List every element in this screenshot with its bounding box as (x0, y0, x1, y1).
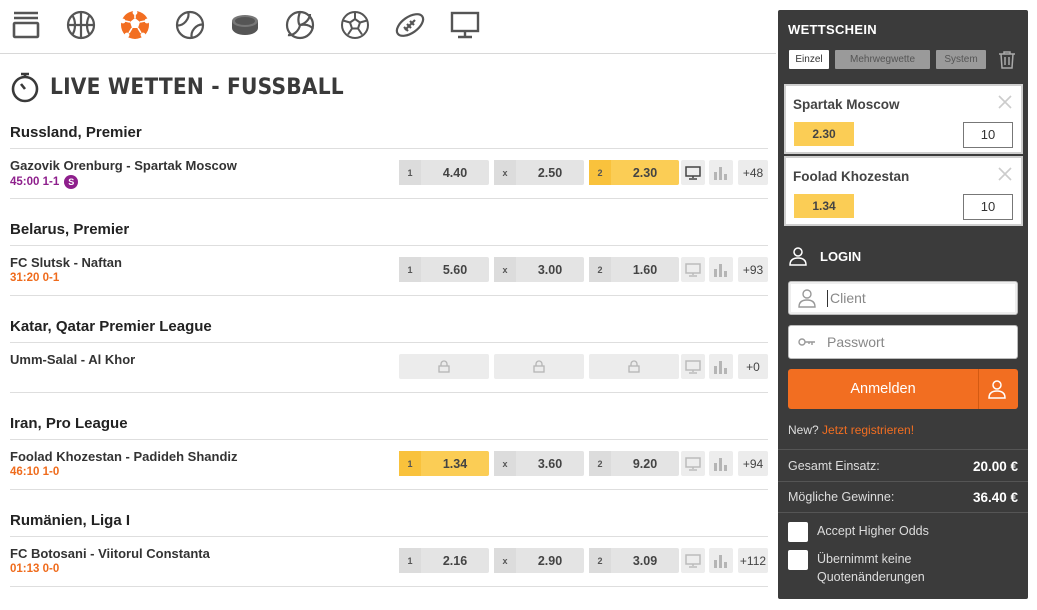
tab-multi[interactable]: Mehrwegwette (835, 50, 930, 69)
odd-draw-button[interactable]: x 3.60 (494, 451, 584, 476)
live-overview-icon[interactable] (9, 8, 43, 42)
statistics-icon[interactable] (709, 451, 733, 476)
odd-draw-locked (494, 354, 584, 379)
statistics-icon[interactable] (709, 257, 733, 282)
accept-higher-odds-option: Accept Higher Odds (788, 522, 929, 542)
match-row: Gazovik Orenburg - Spartak Moscow 45:00 … (10, 149, 768, 199)
client-input[interactable]: Client (788, 281, 1018, 315)
page-header: LIVE WETTEN - FUSSBALL (10, 70, 369, 104)
match-score: 45:00 1-1 S (10, 175, 79, 189)
odd-away-button[interactable]: 2 2.30 (589, 160, 679, 185)
user-icon (988, 380, 1006, 399)
match-teams[interactable]: FC Slutsk - Naftan (10, 255, 122, 270)
selection-odd: 2.30 (794, 122, 854, 146)
betslip-panel: WETTSCHEIN Einzel Mehrwegwette System Sp… (778, 10, 1028, 599)
selection-name: Foolad Khozestan (793, 169, 910, 184)
match-score: 01:13 0-0 (10, 563, 60, 575)
betslip-title: WETTSCHEIN (788, 22, 877, 37)
more-markets-button[interactable]: +112 (738, 548, 768, 573)
odd-home-button[interactable]: 1 4.40 (399, 160, 489, 185)
match-row: Umm-Salal - Al Khor +0 (10, 343, 768, 393)
match-teams[interactable]: FC Botosani - Viitorul Constanta (10, 546, 210, 561)
stream-badge: S (64, 175, 79, 189)
password-input[interactable]: Passwort (788, 325, 1018, 359)
odd-home-button[interactable]: 1 5.60 (399, 257, 489, 282)
handball-icon[interactable] (338, 8, 372, 42)
american-football-icon[interactable] (393, 8, 427, 42)
close-icon[interactable] (997, 94, 1013, 110)
total-stake: Gesamt Einsatz: 20.00 € (788, 458, 1018, 474)
trash-icon[interactable] (997, 50, 1017, 70)
odd-home-button[interactable]: 1 1.34 (399, 451, 489, 476)
betslip-selection: Spartak Moscow 2.30 10 (784, 84, 1023, 154)
odd-home-button[interactable]: 1 2.16 (399, 548, 489, 573)
page-title: LIVE WETTEN - FUSSBALL (50, 74, 344, 100)
odd-away-button[interactable]: 2 9.20 (589, 451, 679, 476)
possible-winnings: Mögliche Gewinne: 36.40 € (788, 489, 1018, 505)
tab-system[interactable]: System (936, 50, 986, 69)
live-stream-icon[interactable] (681, 548, 705, 573)
tab-single[interactable]: Einzel (789, 50, 829, 69)
match-teams[interactable]: Umm-Salal - Al Khor (10, 352, 135, 367)
selection-name: Spartak Moscow (793, 97, 900, 112)
register-link[interactable]: Jetzt registrieren! (822, 423, 914, 437)
statistics-icon[interactable] (709, 548, 733, 573)
odd-away-button[interactable]: 2 3.09 (589, 548, 679, 573)
match-row: Foolad Khozestan - Padideh Shandiz 46:10… (10, 440, 768, 490)
tennis-ball-icon[interactable] (173, 8, 207, 42)
tv-monitor-icon[interactable] (448, 8, 482, 42)
odd-draw-button[interactable]: x 2.50 (494, 160, 584, 185)
user-icon (798, 289, 816, 308)
lock-icon (533, 360, 545, 373)
statistics-icon[interactable] (709, 160, 733, 185)
match-row: FC Slutsk - Naftan 31:20 0-1 1 5.60 x 3.00… (10, 246, 768, 296)
more-markets-button[interactable]: +0 (738, 354, 768, 379)
league-header: Russland, Premier (10, 117, 768, 149)
soccer-ball-icon[interactable] (118, 8, 152, 42)
match-teams[interactable]: Foolad Khozestan - Padideh Shandiz (10, 449, 238, 464)
match-row: FC Botosani - Viitorul Constanta 01:13 0… (10, 537, 768, 587)
odd-home-locked (399, 354, 489, 379)
statistics-icon[interactable] (709, 354, 733, 379)
selection-odd: 1.34 (794, 194, 854, 218)
odd-draw-button[interactable]: x 2.90 (494, 548, 584, 573)
login-button[interactable]: Anmelden (788, 369, 1018, 409)
more-markets-button[interactable]: +48 (738, 160, 768, 185)
text-caret (827, 289, 828, 307)
odd-away-button[interactable]: 2 1.60 (589, 257, 679, 282)
match-score: 31:20 0-1 (10, 272, 60, 284)
betslip-selection: Foolad Khozestan 1.34 10 (784, 156, 1023, 226)
live-stream-icon[interactable] (681, 160, 705, 185)
lock-icon (628, 360, 640, 373)
more-markets-button[interactable]: +93 (738, 257, 768, 282)
basketball-icon[interactable] (64, 8, 98, 42)
user-icon (789, 247, 807, 266)
live-stream-icon[interactable] (681, 257, 705, 282)
odd-away-locked (589, 354, 679, 379)
key-icon (798, 338, 815, 346)
league-header: Katar, Qatar Premier League (10, 311, 768, 343)
register-prompt: New? Jetzt registrieren! (788, 423, 915, 437)
league-header: Rumänien, Liga I (10, 505, 768, 537)
live-stream-icon[interactable] (681, 354, 705, 379)
ice-hockey-puck-icon[interactable] (228, 8, 262, 42)
accept-higher-odds-checkbox[interactable] (788, 522, 808, 542)
volleyball-icon[interactable] (283, 8, 317, 42)
more-markets-button[interactable]: +94 (738, 451, 768, 476)
match-teams[interactable]: Gazovik Orenburg - Spartak Moscow (10, 158, 237, 173)
no-odds-change-option: Übernimmt keine Quotenänderungen (788, 550, 938, 586)
stake-input[interactable]: 10 (963, 122, 1013, 148)
match-score: 46:10 1-0 (10, 466, 60, 478)
odd-draw-button[interactable]: x 3.00 (494, 257, 584, 282)
no-odds-change-checkbox[interactable] (788, 550, 808, 570)
live-stream-icon[interactable] (681, 451, 705, 476)
stopwatch-icon (11, 72, 39, 103)
stake-input[interactable]: 10 (963, 194, 1013, 220)
league-header: Iran, Pro League (10, 408, 768, 440)
league-header: Belarus, Premier (10, 214, 768, 246)
sport-navigation-bar (0, 0, 776, 54)
close-icon[interactable] (997, 166, 1013, 182)
lock-icon (438, 360, 450, 373)
login-header: LOGIN (788, 246, 861, 266)
